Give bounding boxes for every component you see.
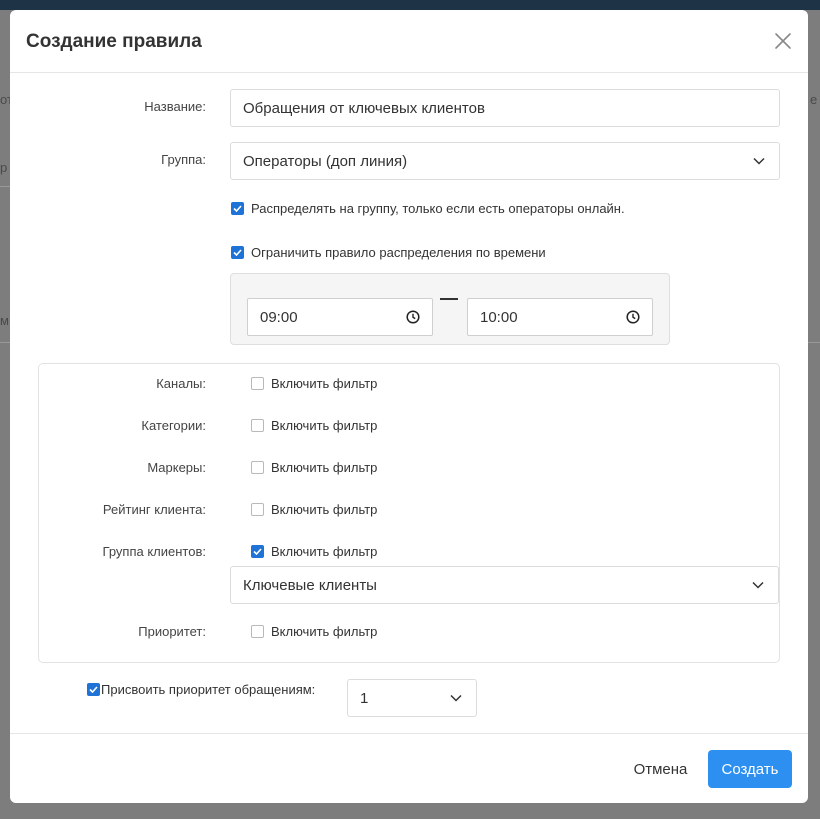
checkbox-unchecked-icon bbox=[251, 419, 264, 432]
filter-markers-label: Маркеры: bbox=[147, 460, 206, 475]
background-text: р bbox=[0, 160, 8, 175]
assign-priority-checkbox[interactable]: Присвоить приоритет обращениям: bbox=[87, 682, 315, 697]
time-limit-label: Ограничить правило распределения по врем… bbox=[251, 245, 546, 260]
checkbox-checked-icon bbox=[231, 246, 244, 259]
priority-select[interactable]: 1 bbox=[347, 679, 477, 717]
background-divider bbox=[0, 186, 10, 187]
filter-checkbox-label: Включить фильтр bbox=[271, 418, 378, 433]
time-range-panel: 09:00 10:00 bbox=[230, 273, 670, 345]
time-to-input[interactable]: 10:00 bbox=[467, 298, 653, 336]
background-divider bbox=[808, 342, 820, 343]
group-label: Группа: bbox=[161, 152, 206, 167]
checkbox-checked-icon bbox=[87, 683, 100, 696]
time-range-separator bbox=[440, 298, 458, 300]
filter-client-rating-label: Рейтинг клиента: bbox=[102, 502, 206, 517]
checkbox-checked-icon bbox=[251, 545, 264, 558]
dialog-header: Создание правила bbox=[10, 10, 808, 73]
checkbox-unchecked-icon bbox=[251, 503, 264, 516]
group-select[interactable]: Операторы (доп линия) bbox=[230, 142, 780, 180]
background-text: м bbox=[0, 313, 9, 328]
filter-priority-checkbox[interactable]: Включить фильтр bbox=[251, 624, 377, 639]
filter-channels-label: Каналы: bbox=[156, 376, 206, 391]
filter-channels-checkbox[interactable]: Включить фильтр bbox=[251, 376, 377, 391]
create-button[interactable]: Создать bbox=[708, 750, 792, 788]
filter-categories-checkbox[interactable]: Включить фильтр bbox=[251, 418, 377, 433]
assign-priority-label: Присвоить приоритет обращениям: bbox=[101, 682, 316, 697]
time-to-value: 10:00 bbox=[480, 308, 518, 326]
background-topbar bbox=[0, 0, 820, 10]
distribute-online-checkbox[interactable]: Распределять на группу, только если есть… bbox=[231, 201, 625, 216]
time-limit-checkbox[interactable]: Ограничить правило распределения по врем… bbox=[231, 245, 546, 260]
priority-select-value: 1 bbox=[360, 689, 369, 707]
dialog-title: Создание правила bbox=[26, 31, 202, 52]
close-icon bbox=[775, 33, 791, 49]
filter-checkbox-label: Включить фильтр bbox=[271, 624, 378, 639]
chevron-down-icon bbox=[450, 694, 462, 702]
checkbox-unchecked-icon bbox=[251, 625, 264, 638]
name-input[interactable]: Обращения от ключевых клиентов bbox=[230, 89, 780, 127]
client-group-select[interactable]: Ключевые клиенты bbox=[230, 566, 779, 604]
group-select-value: Операторы (доп линия) bbox=[243, 152, 408, 170]
filter-client-group-checkbox[interactable]: Включить фильтр bbox=[251, 544, 377, 559]
filter-checkbox-label: Включить фильтр bbox=[271, 376, 378, 391]
checkbox-unchecked-icon bbox=[251, 461, 264, 474]
filter-client-rating-checkbox[interactable]: Включить фильтр bbox=[251, 502, 377, 517]
filter-categories-label: Категории: bbox=[141, 418, 206, 433]
distribute-online-label: Распределять на группу, только если есть… bbox=[251, 201, 625, 216]
chevron-down-icon bbox=[753, 157, 765, 165]
filter-markers-checkbox[interactable]: Включить фильтр bbox=[251, 460, 377, 475]
background-divider bbox=[0, 342, 10, 343]
checkbox-checked-icon bbox=[231, 202, 244, 215]
filter-priority-label: Приоритет: bbox=[138, 624, 206, 639]
clock-icon bbox=[626, 310, 640, 324]
name-input-value: Обращения от ключевых клиентов bbox=[243, 99, 485, 117]
name-label: Название: bbox=[144, 99, 206, 114]
footer-divider bbox=[10, 733, 808, 734]
clock-icon bbox=[406, 310, 420, 324]
filter-checkbox-label: Включить фильтр bbox=[271, 502, 378, 517]
close-button[interactable] bbox=[772, 30, 794, 52]
time-from-value: 09:00 bbox=[260, 308, 298, 326]
filter-checkbox-label: Включить фильтр bbox=[271, 460, 378, 475]
chevron-down-icon bbox=[752, 581, 764, 589]
checkbox-unchecked-icon bbox=[251, 377, 264, 390]
cancel-button[interactable]: Отмена bbox=[618, 750, 703, 788]
create-rule-dialog: Создание правила Название: Обращения от … bbox=[10, 10, 808, 803]
time-from-input[interactable]: 09:00 bbox=[247, 298, 433, 336]
background-text: е bbox=[810, 92, 818, 107]
filter-checkbox-label: Включить фильтр bbox=[271, 544, 378, 559]
client-group-select-value: Ключевые клиенты bbox=[243, 576, 377, 594]
filter-client-group-label: Группа клиентов: bbox=[102, 544, 206, 559]
